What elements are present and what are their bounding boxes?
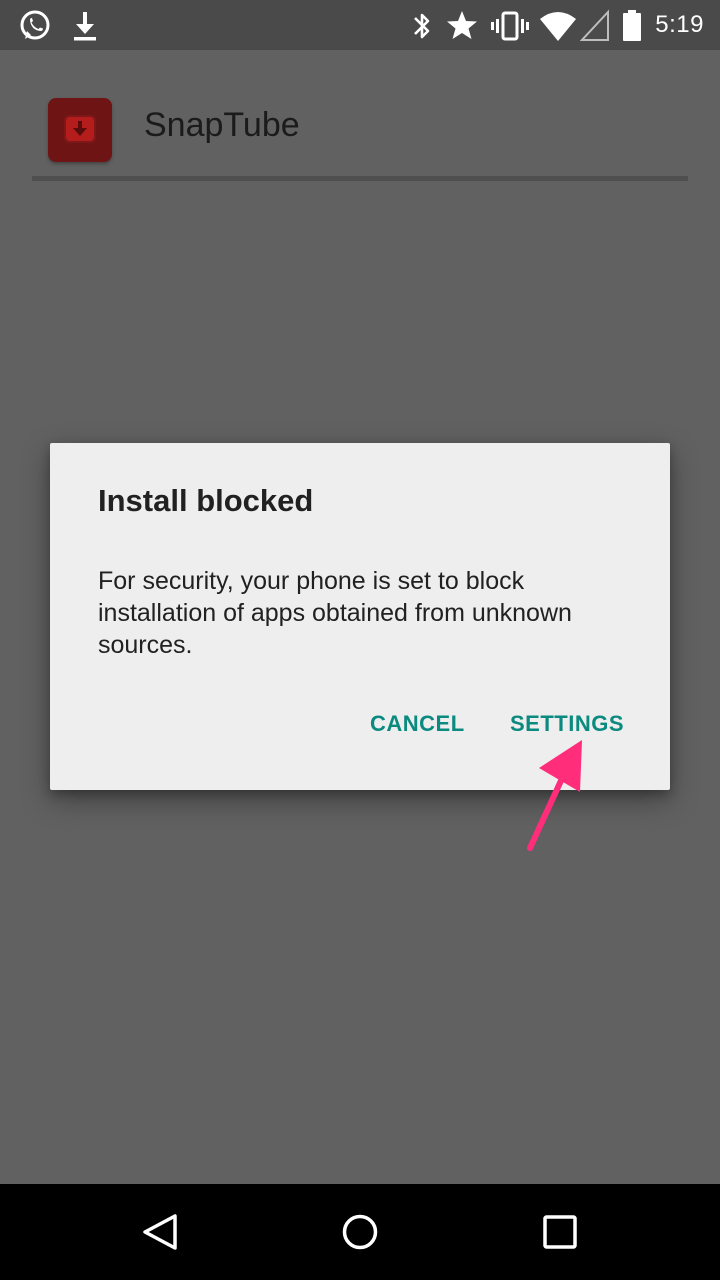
app-header: SnapTube xyxy=(0,50,720,190)
home-icon[interactable] xyxy=(340,1212,380,1252)
vibrate-icon xyxy=(491,11,529,41)
star-icon xyxy=(447,11,477,39)
whatsapp-icon xyxy=(20,10,50,40)
dialog-message: For security, your phone is set to block… xyxy=(98,567,572,659)
app-name: SnapTube xyxy=(144,106,300,144)
clock: 5:19 xyxy=(655,11,704,38)
bluetooth-icon xyxy=(414,13,430,39)
back-icon[interactable] xyxy=(140,1212,180,1252)
battery-icon xyxy=(623,10,641,41)
cell-signal-icon xyxy=(580,9,609,41)
navigation-bar xyxy=(0,1184,720,1280)
snaptube-app-icon xyxy=(48,98,112,162)
dialog-title: Install blocked xyxy=(98,483,314,518)
pink-arrow-pointer-icon xyxy=(527,740,582,851)
cancel-button[interactable]: CANCEL xyxy=(370,711,465,737)
wifi-icon xyxy=(540,12,576,41)
status-bar: 5:19 xyxy=(0,0,720,50)
download-icon xyxy=(74,12,96,41)
header-divider xyxy=(32,176,688,181)
recents-icon[interactable] xyxy=(542,1212,578,1252)
